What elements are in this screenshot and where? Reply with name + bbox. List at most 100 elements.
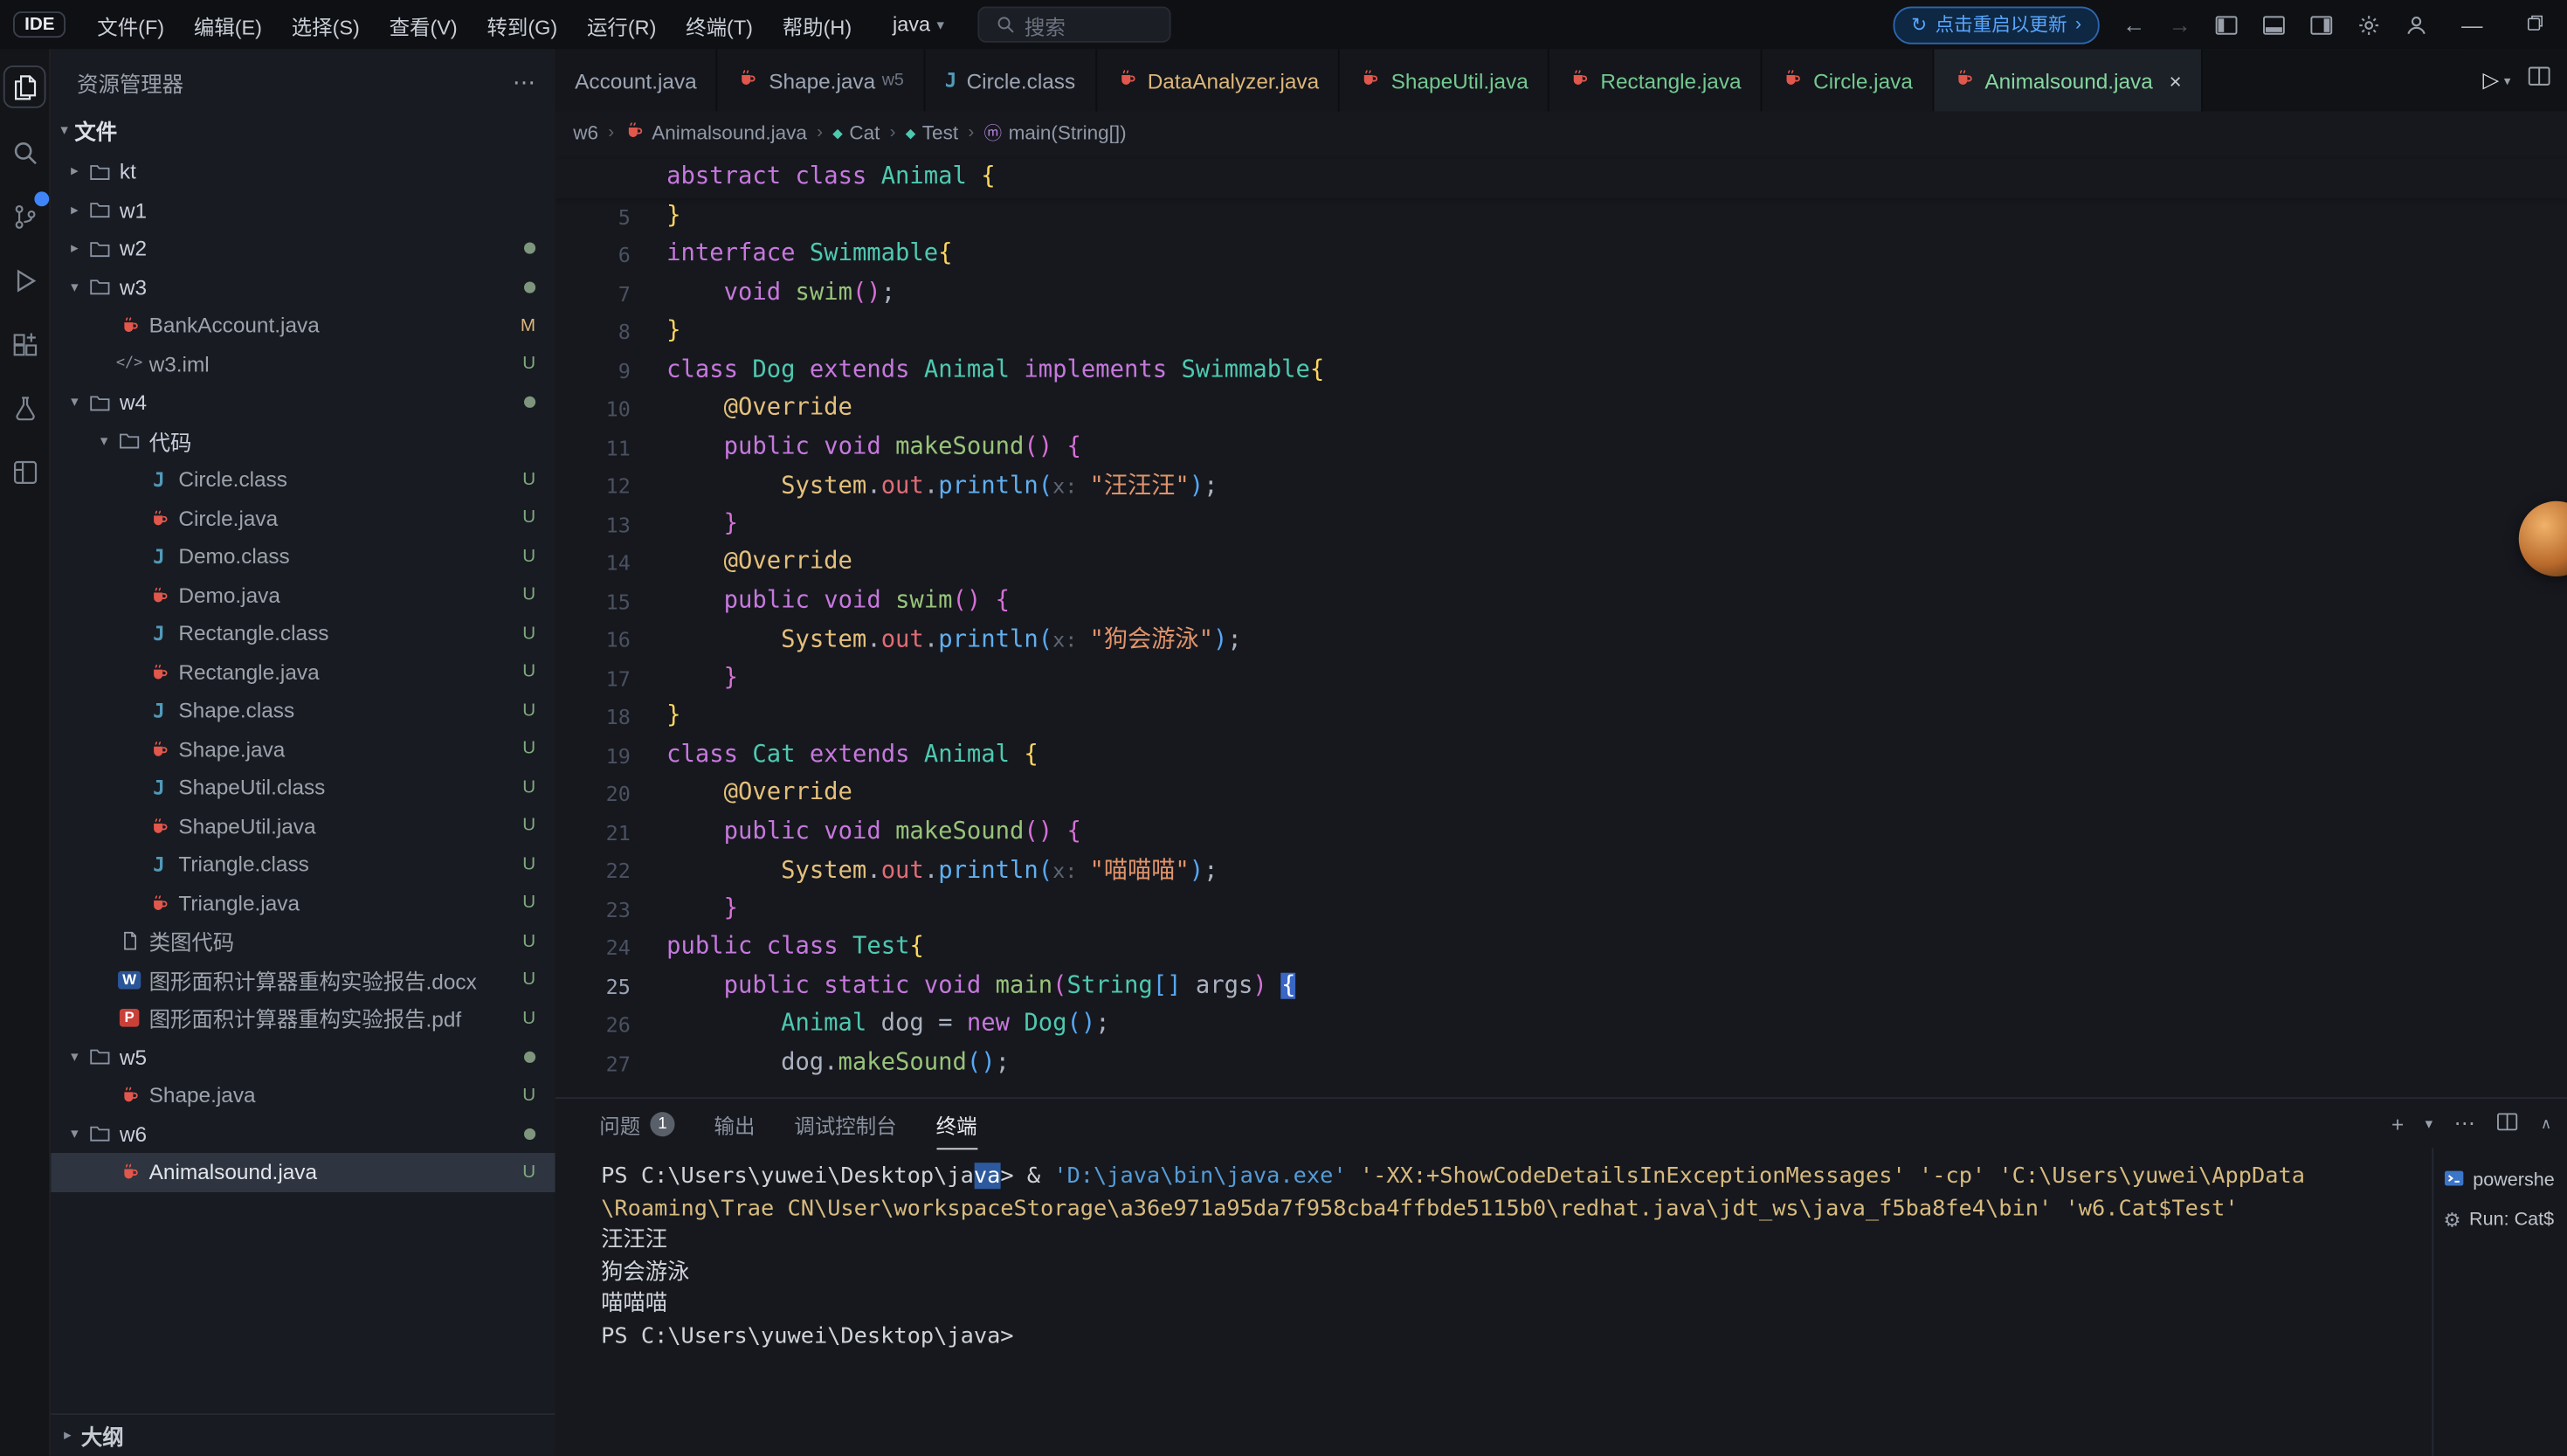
extensions-icon[interactable] [5, 324, 45, 363]
tree-item[interactable]: Shape.javaU [51, 1076, 555, 1114]
source-control-icon[interactable] [5, 197, 45, 236]
back-arrow-icon[interactable]: ← [2122, 11, 2145, 38]
split-editor-icon[interactable] [2527, 64, 2551, 97]
menu-item-v[interactable]: 查看(V) [375, 4, 473, 45]
editor-tab[interactable]: Shape.javaw5 [718, 49, 925, 111]
editor-tab[interactable]: DataAnalyzer.java [1097, 49, 1341, 111]
tree-item[interactable]: Circle.javaU [51, 499, 555, 537]
minimize-button[interactable]: — [2452, 12, 2493, 37]
run-debug-icon[interactable] [5, 260, 45, 300]
terminal[interactable]: PS C:\Users\yuwei\Desktop\java> & 'D:\ja… [555, 1148, 2432, 1456]
tree-item[interactable]: JShape.classU [51, 691, 555, 729]
board-icon[interactable] [5, 452, 45, 492]
tree-item[interactable]: W图形面积计算器重构实验报告.docxU [51, 961, 555, 999]
tree-item[interactable]: JShapeUtil.classU [51, 768, 555, 806]
menu-item-h[interactable]: 帮助(H) [768, 4, 866, 45]
editor-tab[interactable]: JCircle.class [925, 49, 1096, 111]
tree-item[interactable]: ▾w5 [51, 1038, 555, 1076]
tree-item[interactable]: ▾代码 [51, 422, 555, 460]
class-file-icon: J [144, 699, 174, 721]
code-text: public class Test{ [666, 928, 924, 967]
tree-item[interactable]: ShapeUtil.javaU [51, 806, 555, 845]
restart-update-button[interactable]: ↻ 点击重启以更新 › [1894, 6, 2100, 44]
menu-item-r[interactable]: 运行(R) [572, 4, 671, 45]
code-text: void swim(); [666, 274, 895, 313]
terminal-list-item[interactable]: powershe [2433, 1161, 2567, 1200]
run-button[interactable]: ▷ [2482, 67, 2499, 93]
tree-item[interactable]: Demo.javaU [51, 576, 555, 614]
breadcrumb-separator: › [968, 123, 974, 143]
run-dropdown-icon[interactable]: ▾ [2504, 72, 2511, 87]
split-terminal-icon[interactable] [2496, 1109, 2519, 1137]
terminal-dropdown-icon[interactable]: ▾ [2426, 1114, 2432, 1133]
tree-item[interactable]: JCircle.classU [51, 460, 555, 499]
tree-item[interactable]: ▾w4 [51, 383, 555, 422]
files-section-header[interactable]: ▾ 文件 [51, 108, 555, 153]
panel-tab-输出[interactable]: 输出 [714, 1099, 756, 1148]
tree-item[interactable]: ▾w6 [51, 1114, 555, 1153]
gear-icon[interactable] [2357, 12, 2381, 37]
tree-item[interactable]: P图形面积计算器重构实验报告.pdfU [51, 999, 555, 1038]
tree-item[interactable]: ▾w3 [51, 268, 555, 307]
search-icon[interactable] [5, 133, 45, 172]
explorer-icon[interactable] [3, 66, 46, 108]
tree-item[interactable]: JRectangle.classU [51, 614, 555, 652]
panel-tab-终端[interactable]: 终端 [936, 1099, 977, 1149]
tree-item[interactable]: Animalsound.javaU [51, 1153, 555, 1191]
layout-panel-icon[interactable] [2261, 12, 2286, 37]
menu-item-g[interactable]: 转到(G) [473, 4, 572, 45]
layout-sidebar-left-icon[interactable] [2214, 12, 2239, 37]
tree-item[interactable]: 类图代码U [51, 922, 555, 961]
editor-tab[interactable]: Animalsound.java× [1934, 49, 2203, 111]
explorer-sidebar: 资源管理器 ⋯ ▾ 文件 ▸kt▸w1▸w2▾w3BankAccount.jav… [51, 49, 555, 1456]
new-terminal-icon[interactable]: + [2391, 1111, 2404, 1135]
menu-item-f[interactable]: 文件(F) [82, 4, 179, 45]
tree-item[interactable]: Shape.javaU [51, 729, 555, 768]
tree-item[interactable]: ▸kt [51, 152, 555, 190]
editor-tab[interactable]: Rectangle.java [1549, 49, 1763, 111]
code-editor[interactable]: abstract class Animal {5}6interface Swim… [555, 154, 2567, 1097]
more-actions-icon[interactable]: ⋯ [513, 69, 535, 97]
tree-item[interactable]: ▸w2 [51, 230, 555, 268]
outline-section-header[interactable]: ▸ 大纲 [51, 1413, 555, 1456]
test-flask-icon[interactable] [5, 388, 45, 427]
close-icon[interactable]: × [2170, 68, 2182, 93]
restore-button[interactable] [2515, 12, 2555, 37]
menu-item-s[interactable]: 选择(S) [277, 4, 375, 45]
tree-item[interactable]: ▸w1 [51, 190, 555, 229]
breadcrumb-item[interactable]: ◆Cat [832, 121, 880, 144]
tree-item[interactable]: Rectangle.javaU [51, 652, 555, 691]
menu-item-t[interactable]: 终端(T) [671, 4, 768, 45]
line-number: 25 [555, 974, 631, 998]
tree-item[interactable]: BankAccount.javaM [51, 307, 555, 345]
panel-actions: + ▾ ⋯ ∧ [2391, 1109, 2551, 1137]
panel-tab-问题[interactable]: 问题1 [599, 1099, 674, 1148]
tree-item[interactable]: </>w3.imlU [51, 345, 555, 383]
panel-tab-调试控制台[interactable]: 调试控制台 [794, 1099, 896, 1148]
breadcrumb-item[interactable]: ⓜmain(String[]) [983, 120, 1126, 146]
editor-tab[interactable]: ShapeUtil.java [1341, 49, 1550, 111]
tree-item-label: Rectangle.java [178, 659, 319, 684]
editor-tab[interactable]: Circle.java [1763, 49, 1934, 111]
more-actions-icon[interactable]: ⋯ [2454, 1110, 2475, 1136]
java-file-icon [1360, 67, 1381, 93]
forward-arrow-icon[interactable]: → [2169, 11, 2191, 38]
tree-item[interactable]: JDemo.classU [51, 537, 555, 576]
terminal-list-item[interactable]: ⚙Run: Cat$ [2433, 1200, 2567, 1239]
breadcrumb-item[interactable]: ◆Test [906, 121, 958, 144]
word-file-icon: W [114, 970, 144, 989]
menu-item-e[interactable]: 编辑(E) [179, 4, 277, 45]
workspace-dropdown[interactable]: java ▾ [893, 13, 944, 36]
git-status-badge: U [522, 1163, 535, 1183]
account-icon[interactable] [2405, 12, 2429, 37]
class-file-icon: J [144, 852, 174, 875]
maximize-panel-icon[interactable]: ∧ [2541, 1114, 2551, 1133]
breadcrumb-item[interactable]: Animalsound.java [624, 120, 807, 146]
breadcrumb-item[interactable]: w6 [573, 121, 598, 144]
layout-sidebar-right-icon[interactable] [2309, 12, 2334, 37]
editor-tab[interactable]: Account.java [555, 49, 718, 111]
restart-icon: ↻ [1911, 13, 1927, 36]
tree-item[interactable]: Triangle.javaU [51, 884, 555, 922]
search-input[interactable]: 搜索 [977, 7, 1170, 43]
tree-item[interactable]: JTriangle.classU [51, 845, 555, 884]
